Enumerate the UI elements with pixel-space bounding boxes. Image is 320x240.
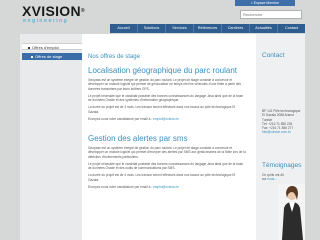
offer-title: Gestion des alertes par sms [88, 134, 188, 143]
bullet-icon [28, 46, 30, 49]
right-column: Contact BP 141 Pôle technologique El Gaz… [256, 34, 305, 240]
offer-title: Localisation géographique du parc roulan… [88, 66, 237, 75]
nav-item-carrieres[interactable]: Carrières [222, 24, 250, 33]
brand-sub: engineering [23, 18, 69, 24]
offer-requirements: Le projet nécessite que le candidat poss… [88, 161, 244, 171]
offer-apply: Envoyez-nous votre candidature par email… [88, 185, 246, 189]
sidebar-item-label: Offres de stage [35, 54, 63, 59]
content: Nos offres de stage Localisation géograp… [88, 34, 248, 240]
testimonials-link[interactable]: nous... [267, 177, 277, 181]
email-link[interactable]: emploi@xvision.tn [153, 185, 179, 189]
apply-text: Envoyez-nous votre candidature par email… [88, 185, 153, 190]
email-link[interactable]: emploi@xvision.tn [153, 117, 179, 121]
brand-logo[interactable]: XVISION® engineering [22, 4, 85, 25]
main-panel: Offres d'emploi Offres de stage Nos offr… [20, 34, 305, 240]
sidebar-item-offres-emploi[interactable]: Offres d'emploi [22, 43, 82, 50]
main-nav: Accueil Solutions Services Références Ca… [110, 24, 305, 33]
bullet-icon [31, 55, 33, 58]
nav-item-solutions[interactable]: Solutions [138, 24, 166, 33]
nav-item-actualites[interactable]: Actualités [250, 24, 278, 33]
nav-item-services[interactable]: Services [166, 24, 194, 33]
page-title: Nos offres de stage [88, 54, 140, 60]
page: XVISION® engineering > Espace Membre Acc… [0, 0, 320, 240]
offer-description: Geopass est un système intégré de gestio… [88, 78, 241, 91]
testimonials-title: Témoignages [262, 162, 302, 169]
apply-text: Envoyez-nous votre candidature par email… [88, 117, 153, 122]
nav-item-references[interactable]: Références [194, 24, 222, 33]
search-input[interactable] [240, 10, 302, 19]
member-space-link[interactable]: > Espace Membre [235, 0, 295, 6]
testimonial-person-image [278, 184, 305, 240]
testimonials-text: Ce qu'ils ont dit sur nous... [262, 173, 284, 182]
sidebar: Offres d'emploi Offres de stage [20, 34, 82, 240]
offer-apply: Envoyez-nous votre candidature par email… [88, 117, 246, 121]
person-illustration [282, 186, 303, 240]
contact-details: BP 141 Pôle technologique El Gazala 2088… [262, 109, 300, 135]
nav-item-accueil[interactable]: Accueil [110, 24, 138, 33]
sidebar-item-label: Offres d'emploi [32, 45, 59, 50]
offer-duration: La durée du projet est de 4 mois. Les tr… [88, 105, 236, 114]
nav-item-contact[interactable]: Contact [278, 24, 305, 33]
offer-section: Gestion des alertes par sms Geopass est … [88, 134, 246, 189]
sidebar-item-offres-stage[interactable]: Offres de stage [22, 53, 82, 60]
offer-description: Geopass est un système intégré de gestio… [88, 146, 246, 159]
offer-duration: La durée du projet est de 4 mois. Les tr… [88, 173, 236, 182]
contact-title: Contact [262, 52, 285, 59]
brand-name: XVISION® [22, 3, 85, 19]
offer-requirements: Le projet nécessite que le candidat poss… [88, 93, 244, 103]
offer-section: Localisation géographique du parc roulan… [88, 66, 246, 121]
contact-email-link[interactable]: info@xvision.com.tn [262, 130, 300, 134]
